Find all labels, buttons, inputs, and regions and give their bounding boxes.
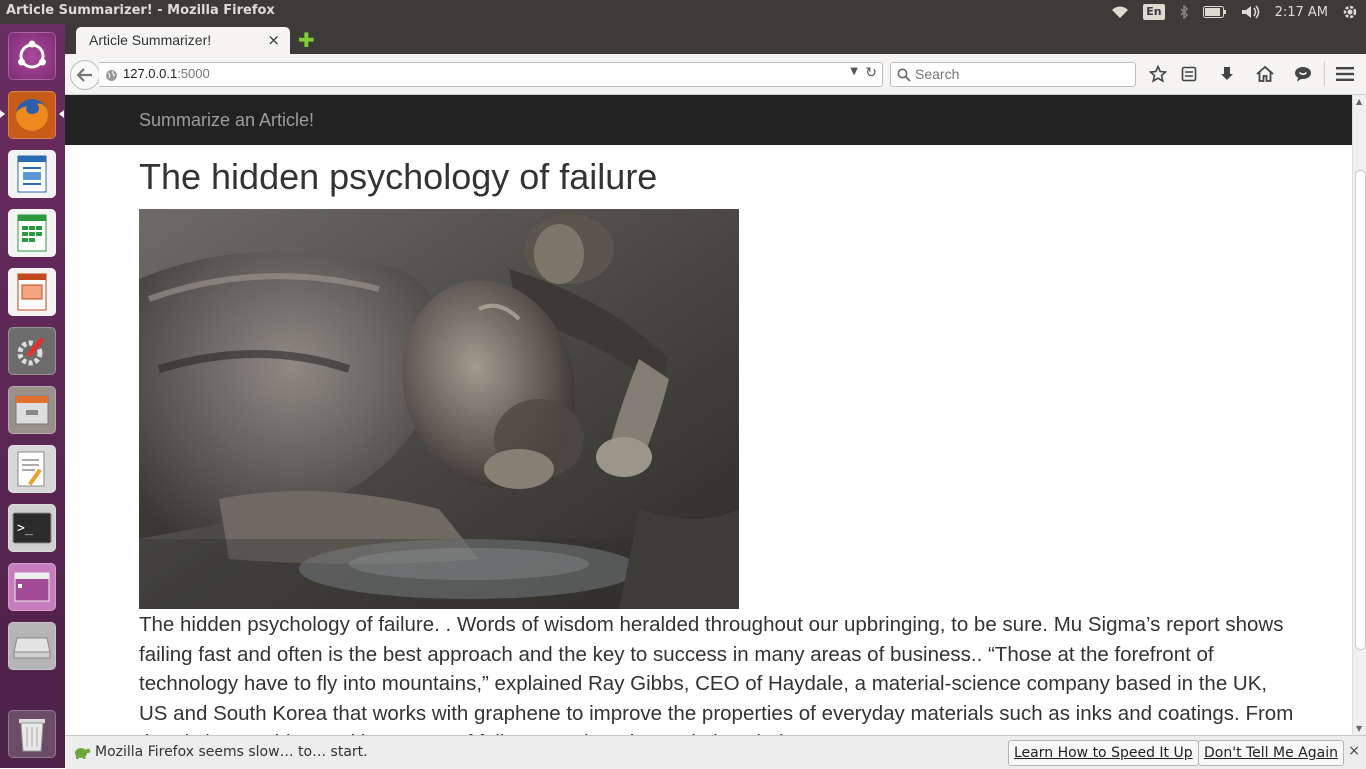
notification-close-button[interactable]: × [1348, 743, 1360, 759]
url-host: 127.0.0.1 [123, 66, 178, 81]
page-viewport: Summarize an Article! The hidden psychol… [65, 95, 1352, 735]
article-title: The hidden psychology of failure [139, 156, 658, 197]
firefox-launcher[interactable] [6, 89, 58, 141]
article-summary-text: The hidden psychology of failure. . Word… [139, 613, 1294, 735]
libreoffice-calc-icon [8, 209, 56, 257]
globe-icon[interactable] [105, 67, 118, 86]
text-editor-icon [8, 445, 56, 493]
top-panel: Article Summarizer! - Mozilla Firefox En… [0, 0, 1366, 24]
trash-icon [8, 710, 56, 758]
notification-bar: Mozilla Firefox seems slow… to… start. L… [65, 735, 1366, 769]
keyboard-layout-indicator[interactable]: En [1143, 4, 1165, 20]
tab-close-button[interactable]: × [267, 31, 280, 49]
terminal-launcher[interactable]: >_ [6, 502, 58, 554]
tab-title: Article Summarizer! [89, 32, 212, 48]
tab-article-summarizer[interactable]: Article Summarizer! × [76, 27, 290, 54]
ubuntu-dash-button[interactable] [6, 30, 58, 82]
unity-launcher: >_ [0, 24, 65, 768]
article-image [139, 209, 739, 609]
url-history-dropdown-icon[interactable]: ▼ [850, 66, 858, 77]
disk-launcher[interactable] [6, 620, 58, 672]
dont-tell-again-button[interactable]: Don't Tell Me Again [1198, 740, 1344, 766]
downloads-icon[interactable] [1217, 64, 1237, 84]
scroll-up-arrow-icon[interactable]: ▲ [1356, 97, 1362, 106]
notification-message: Mozilla Firefox seems slow… to… start. [95, 744, 368, 760]
focused-indicator [59, 110, 64, 118]
mud-crawl-photo [139, 209, 739, 609]
libreoffice-writer-icon [8, 150, 56, 198]
new-tab-button[interactable]: ✚ [298, 30, 315, 50]
page-scrollbar[interactable]: ▲ ▼ [1352, 95, 1366, 735]
battery-icon[interactable] [1202, 6, 1227, 18]
writer-launcher[interactable] [6, 148, 58, 200]
bookmark-star-icon[interactable] [1148, 64, 1168, 84]
turtle-icon [73, 744, 91, 764]
tab-strip: Article Summarizer! × ✚ [65, 24, 1366, 54]
toolbar-separator [1324, 62, 1325, 86]
system-tray: En 2:17 AM [1111, 0, 1358, 24]
bookmarks-menu-icon[interactable] [1179, 64, 1199, 84]
calc-launcher[interactable] [6, 207, 58, 259]
search-icon [897, 67, 911, 86]
navbar-brand-link[interactable]: Summarize an Article! [139, 110, 314, 131]
terminal-icon: >_ [8, 504, 56, 552]
ubuntu-dash-icon [8, 32, 56, 80]
reload-icon[interactable]: ↻ [865, 65, 877, 81]
scroll-down-arrow-icon[interactable]: ▼ [1356, 724, 1362, 733]
url-bar[interactable]: 127.0.0.1:5000 ▼ ↻ [99, 62, 883, 87]
libreoffice-impress-icon [8, 268, 56, 316]
settings-launcher[interactable] [6, 325, 58, 377]
files-launcher[interactable] [6, 384, 58, 436]
site-navbar: Summarize an Article! [65, 95, 1352, 145]
firefox-icon [8, 91, 56, 139]
search-bar[interactable] [890, 62, 1136, 87]
text-editor-launcher[interactable] [6, 443, 58, 495]
workspace-launcher[interactable] [6, 561, 58, 613]
clock[interactable]: 2:17 AM [1275, 5, 1328, 20]
volume-icon[interactable] [1241, 5, 1261, 19]
window-title: Article Summarizer! - Mozilla Firefox [6, 3, 275, 18]
svg-text:>_: >_ [17, 521, 33, 536]
navigation-toolbar: 127.0.0.1:5000 ▼ ↻ [65, 54, 1366, 95]
bluetooth-icon[interactable] [1179, 5, 1189, 19]
trash-launcher[interactable] [6, 708, 58, 760]
disk-icon [8, 622, 56, 670]
wifi-icon[interactable] [1111, 5, 1129, 19]
settings-gear-icon[interactable] [1342, 4, 1358, 20]
menu-hamburger-icon[interactable] [1335, 64, 1355, 84]
search-input[interactable] [915, 66, 1115, 82]
learn-speed-up-button[interactable]: Learn How to Speed It Up [1008, 740, 1199, 766]
home-icon[interactable] [1255, 64, 1275, 84]
hello-chat-icon[interactable] [1293, 64, 1313, 84]
url-port: :5000 [177, 66, 210, 81]
impress-launcher[interactable] [6, 266, 58, 318]
file-manager-icon [8, 386, 56, 434]
back-arrow-icon [77, 68, 92, 82]
url-text[interactable]: 127.0.0.1:5000 [123, 66, 210, 81]
scroll-thumb[interactable] [1355, 170, 1366, 650]
workspace-switcher-icon [8, 563, 56, 611]
system-settings-icon [8, 327, 56, 375]
back-button[interactable] [70, 60, 100, 90]
running-indicator [0, 110, 5, 118]
